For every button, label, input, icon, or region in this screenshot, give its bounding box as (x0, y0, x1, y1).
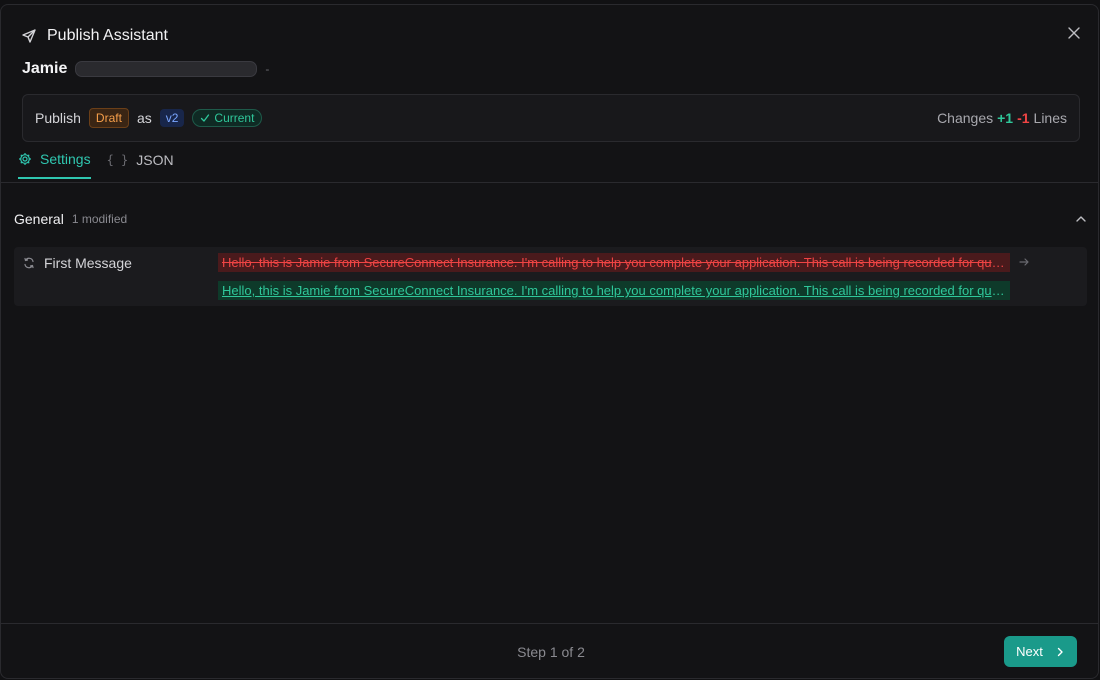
changes-label: Changes (937, 110, 994, 126)
tab-json-label: JSON (136, 152, 174, 168)
tab-json[interactable]: { } JSON (107, 151, 174, 179)
tab-settings[interactable]: Settings (18, 151, 91, 179)
field-label: First Message (44, 255, 132, 271)
divider (1, 182, 1098, 183)
next-label: Next (1016, 644, 1043, 659)
refresh-icon (24, 257, 34, 269)
section-header: General 1 modified (14, 211, 1087, 227)
publish-label: Publish (35, 110, 81, 126)
assistant-row: Jamie - (22, 60, 269, 78)
lines-label: Lines (1033, 110, 1067, 126)
separator: - (265, 62, 270, 76)
tab-settings-label: Settings (40, 151, 91, 167)
removed-count: -1 (1017, 110, 1030, 126)
step-indicator: Step 1 of 2 (517, 644, 585, 660)
modified-count: 1 modified (71, 212, 128, 226)
assistant-name: Jamie (22, 60, 68, 77)
publish-dialog: Publish Assistant Jamie - Publish Draft … (0, 4, 1099, 679)
section-title: General (14, 211, 64, 227)
close-button[interactable] (1064, 23, 1084, 43)
check-icon (201, 114, 210, 122)
gear-icon (19, 153, 31, 165)
footer-divider (1, 623, 1098, 624)
new-value: Hello, this is Jamie from SecureConnect … (218, 281, 1010, 300)
old-value: Hello, this is Jamie from SecureConnect … (218, 253, 1010, 272)
diff-row: First Message Hello, this is Jamie from … (14, 247, 1087, 306)
redacted-id (75, 61, 258, 77)
publish-summary: Publish Draft as v2 Current Changes +1 -… (22, 94, 1080, 142)
dialog-title: Publish Assistant (47, 27, 168, 44)
current-badge-label: Current (214, 111, 255, 125)
arrow-right-icon (1018, 256, 1030, 268)
tab-bar: Settings { } JSON (18, 151, 174, 179)
draft-badge: Draft (88, 108, 129, 128)
added-count: +1 (997, 110, 1014, 126)
chevron-up-icon (1076, 216, 1086, 222)
send-icon (21, 28, 37, 44)
changes-summary: Changes +1 -1 Lines (937, 110, 1067, 126)
diff-field: First Message (23, 255, 132, 271)
chevron-right-icon (1057, 647, 1063, 656)
next-button[interactable]: Next (1004, 636, 1077, 667)
braces-icon: { } (106, 153, 129, 167)
collapse-button[interactable] (1075, 213, 1087, 225)
close-icon (1068, 27, 1080, 39)
version-badge: v2 (159, 109, 185, 127)
current-badge: Current (192, 109, 263, 127)
as-label: as (136, 110, 152, 126)
dialog-header: Publish Assistant (21, 27, 168, 45)
